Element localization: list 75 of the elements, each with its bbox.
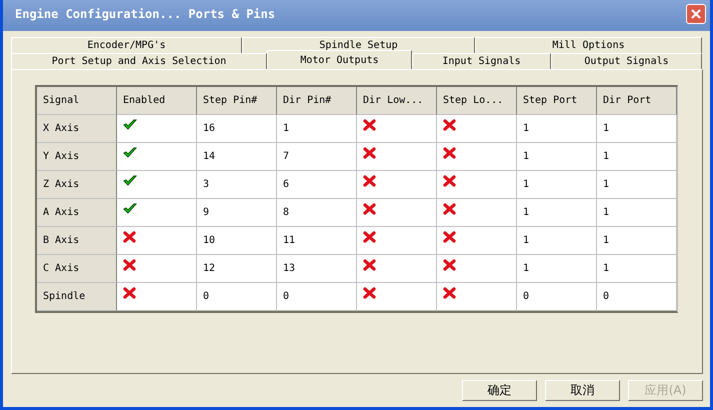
- check-icon[interactable]: [123, 119, 137, 131]
- cross-icon[interactable]: [443, 147, 456, 159]
- cross-icon[interactable]: [443, 287, 456, 299]
- table-cell: 1: [523, 151, 530, 162]
- cross-icon[interactable]: [443, 259, 456, 271]
- table-cell: 1: [603, 207, 610, 218]
- table-cell: 3: [203, 179, 210, 190]
- close-icon: [690, 8, 702, 20]
- window-title: Engine Configuration... Ports & Pins: [15, 7, 276, 21]
- table-cell: 1: [603, 123, 610, 134]
- table-cell: 7: [283, 151, 290, 162]
- cross-icon[interactable]: [363, 147, 376, 159]
- cross-icon[interactable]: [443, 119, 456, 131]
- cross-icon[interactable]: [363, 203, 376, 215]
- table-cell: 8: [283, 207, 290, 218]
- cross-icon[interactable]: [443, 203, 456, 215]
- row-header: Spindle: [37, 283, 117, 311]
- table-cell: 0: [283, 291, 290, 302]
- table-cell: 1: [603, 235, 610, 246]
- cross-icon[interactable]: [443, 175, 456, 187]
- check-icon[interactable]: [123, 175, 137, 187]
- cross-icon[interactable]: [363, 175, 376, 187]
- row-header: C Axis: [37, 255, 117, 283]
- table-cell: 9: [203, 207, 210, 218]
- column-header: Enabled: [117, 87, 197, 115]
- column-header: Dir Port: [597, 87, 677, 115]
- table-cell: 1: [603, 179, 610, 190]
- tab[interactable]: Input Signals: [412, 53, 551, 69]
- table-cell: 12: [203, 263, 216, 274]
- table-cell: 10: [203, 235, 216, 246]
- cross-icon[interactable]: [363, 119, 376, 131]
- tab[interactable]: Encoder/MPG's: [11, 37, 242, 53]
- table-cell: 0: [203, 291, 210, 302]
- cross-icon[interactable]: [443, 231, 456, 243]
- check-icon[interactable]: [123, 147, 137, 159]
- cross-icon[interactable]: [123, 231, 136, 243]
- column-header: Step Lo...: [437, 87, 517, 115]
- table-cell: 1: [523, 235, 530, 246]
- cross-icon[interactable]: [123, 287, 136, 299]
- table-cell: 0: [603, 291, 610, 302]
- row-header: Y Axis: [37, 143, 117, 171]
- row-header: X Axis: [37, 115, 117, 143]
- column-header: Signal: [37, 87, 117, 115]
- row-header: Z Axis: [37, 171, 117, 199]
- dialog-button[interactable]: 确定: [462, 380, 537, 401]
- close-button[interactable]: [686, 4, 706, 24]
- table-cell: 0: [523, 291, 530, 302]
- column-header: Step Port: [517, 87, 597, 115]
- table-cell: 1: [523, 263, 530, 274]
- check-icon[interactable]: [123, 203, 137, 215]
- table-cell: 1: [523, 207, 530, 218]
- cross-icon[interactable]: [363, 259, 376, 271]
- column-header: Dir Pin#: [277, 87, 357, 115]
- dialog-button[interactable]: 取消: [545, 380, 620, 401]
- tab[interactable]: Output Signals: [551, 53, 702, 69]
- tab[interactable]: Motor Outputs: [267, 50, 412, 69]
- table-cell: 6: [283, 179, 290, 190]
- table-cell: 1: [283, 123, 290, 134]
- cross-icon[interactable]: [123, 259, 136, 271]
- table-cell: 1: [523, 123, 530, 134]
- row-header: B Axis: [37, 227, 117, 255]
- cross-icon[interactable]: [363, 287, 376, 299]
- cross-icon[interactable]: [363, 231, 376, 243]
- table-cell: 1: [603, 151, 610, 162]
- column-header: Dir Low...: [357, 87, 437, 115]
- table-cell: 1: [603, 263, 610, 274]
- table-cell: 1: [523, 179, 530, 190]
- tab[interactable]: Port Setup and Axis Selection: [11, 53, 267, 69]
- table-cell: 11: [283, 235, 296, 246]
- table-cell: 16: [203, 123, 216, 134]
- table-cell: 14: [203, 151, 216, 162]
- table-cell: 13: [283, 263, 296, 274]
- tab[interactable]: Mill Options: [475, 37, 702, 53]
- column-header: Step Pin#: [197, 87, 277, 115]
- row-header: A Axis: [37, 199, 117, 227]
